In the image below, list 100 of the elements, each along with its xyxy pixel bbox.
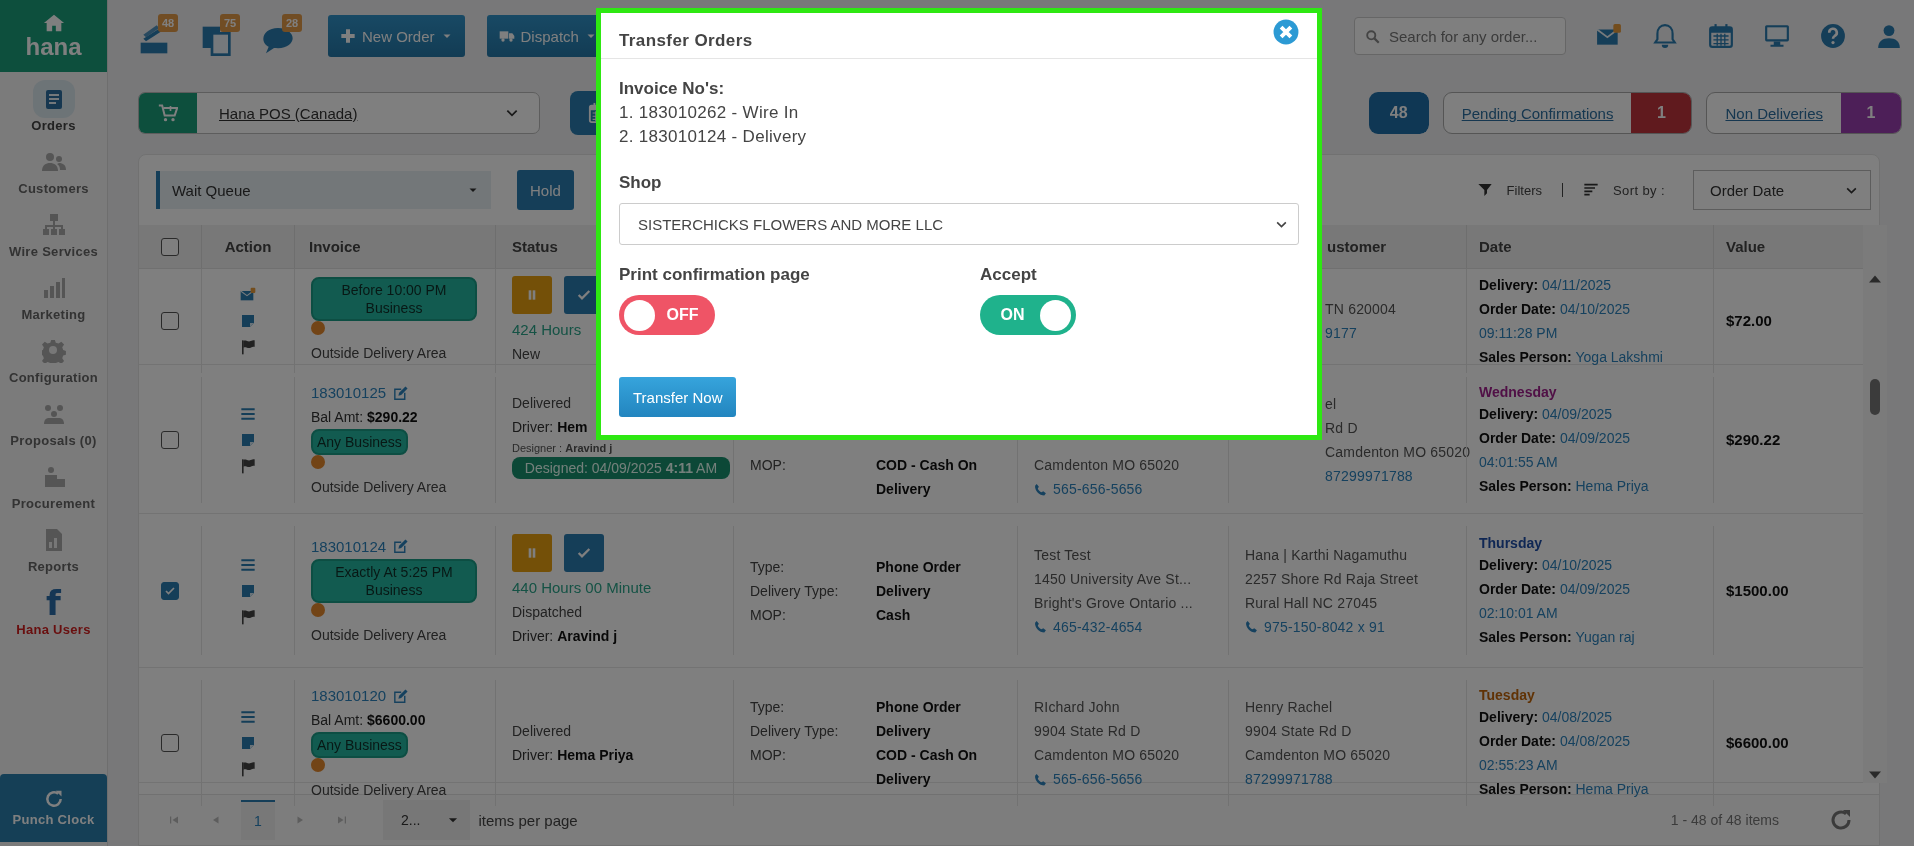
scroll-up-icon[interactable] — [1869, 275, 1881, 283]
address-text: 9904 State Rd D — [1245, 722, 1353, 741]
edit-icon — [392, 538, 410, 555]
area-text: Outside Delivery Area — [311, 478, 447, 497]
row-checkbox[interactable] — [161, 431, 179, 449]
phone-icon — [1034, 772, 1047, 786]
pause-button[interactable] — [512, 276, 552, 314]
status-text: Delivered — [512, 722, 572, 741]
address-text: Rd D — [1325, 419, 1359, 438]
column-header[interactable]: Value — [1726, 238, 1766, 255]
filters-link[interactable]: Filters — [1506, 182, 1542, 198]
group-icon — [41, 402, 66, 426]
nav-item[interactable]: Configuration — [0, 370, 107, 385]
phone-link[interactable]: 87299971788 — [1245, 767, 1466, 791]
field-value: COD - Cash On Delivery — [876, 746, 979, 789]
row-checkbox[interactable] — [161, 312, 179, 330]
nav-item[interactable]: Reports — [19, 559, 88, 574]
nav-item[interactable]: Proposals (0) — [2, 433, 105, 448]
phone-link[interactable]: 565-656-5656 — [1034, 767, 1228, 791]
field-value: Delivery — [876, 581, 932, 601]
refresh-icon — [1829, 808, 1853, 832]
invoice-link[interactable]: 183010124 — [311, 534, 387, 559]
column-header[interactable]: ustomer — [1327, 238, 1387, 255]
scroll-down-icon[interactable] — [1869, 771, 1881, 779]
column-header[interactable]: Invoice — [309, 238, 361, 255]
toggle-switch[interactable]: OFF — [619, 295, 715, 335]
flag-icon — [240, 761, 256, 777]
balance-text: Bal Amt: $6600.00 — [311, 711, 427, 730]
count-badge: 28 — [282, 14, 303, 32]
per-page-label: items per page — [478, 811, 578, 829]
timer-text: 440 Hours 00 Minute — [512, 577, 652, 598]
nav-item[interactable]: Procurement — [3, 496, 104, 511]
column-header[interactable]: Action — [224, 238, 272, 255]
pagination-summary: 1 - 48 of 48 items — [1670, 812, 1779, 828]
status-text: Dispatched — [512, 602, 583, 622]
delivery-date: Delivery: 04/10/2025 — [1479, 555, 1614, 575]
scroll-thumb[interactable] — [1870, 379, 1880, 415]
logo-text: hana — [25, 34, 82, 60]
phone-link[interactable]: 87299971788 — [1325, 464, 1466, 488]
invoice-link[interactable]: 183010125 — [311, 381, 387, 405]
row-checkbox[interactable] — [161, 581, 179, 600]
nav-item[interactable]: Wire Services — [0, 244, 107, 259]
sort-dropdown[interactable]: Order Date — [1693, 170, 1871, 210]
note-icon — [240, 432, 256, 448]
check-button[interactable] — [564, 533, 604, 572]
page-button[interactable]: 1 — [241, 800, 275, 840]
pause-button[interactable] — [512, 533, 552, 572]
order-date: Order Date: 04/08/2025 — [1479, 732, 1631, 751]
summary-link[interactable]: Non Deliveries 1 — [1706, 92, 1902, 134]
nav-item[interactable]: Orders — [23, 118, 84, 133]
mail-icon — [240, 287, 256, 303]
summary-link[interactable]: Pending Confirmations 1 — [1442, 92, 1693, 134]
shop-selector[interactable]: Hana POS (Canada) — [138, 92, 540, 134]
phone-link[interactable]: 565-656-5656 — [1034, 477, 1228, 501]
address-text: Henry Rachel — [1245, 698, 1334, 717]
hold-button[interactable]: Hold — [517, 170, 574, 210]
count-badge: 48 — [158, 14, 179, 32]
column-header[interactable]: Status — [512, 238, 558, 255]
order-value: $6600.00 — [1726, 733, 1790, 753]
toggle-label: Accept — [980, 264, 1038, 286]
calendar-icon — [1708, 23, 1734, 49]
invoice-link[interactable]: 183010120 — [311, 684, 387, 708]
nav-item[interactable]: Marketing — [13, 307, 94, 322]
sort-label: Sort by : — [1613, 182, 1665, 198]
transfer-now-button[interactable]: Transfer Now — [619, 377, 737, 417]
field-value: Phone Order — [876, 698, 962, 717]
phone-link[interactable]: 465-432-4654 — [1034, 614, 1228, 639]
column-header[interactable]: Date — [1479, 238, 1512, 255]
driver-text: Driver: Hema Priya — [512, 746, 634, 765]
address-text: Camdenton MO 65020 — [1245, 746, 1392, 765]
count-badge[interactable]: 48 — [1368, 92, 1429, 134]
status-dot — [311, 455, 325, 469]
flag-icon — [240, 339, 256, 355]
phone-link[interactable]: 975-150-8042 x 91 — [1245, 614, 1466, 639]
delivery-time-badge: Any Business — [311, 732, 408, 758]
area-text: Outside Delivery Area — [311, 625, 447, 645]
address-text: Hana | Karthi Nagamuthu — [1245, 545, 1409, 565]
field-value: Delivery — [876, 722, 932, 741]
close-button[interactable] — [1273, 18, 1299, 45]
punch-clock-button[interactable]: Punch Clock — [0, 774, 107, 842]
invoice-entry: 1. 183010262 - Wire In — [619, 102, 800, 124]
row-checkbox[interactable] — [161, 734, 179, 752]
phone-link[interactable]: 9177 — [1325, 321, 1466, 345]
toolbar-button[interactable]: New Order — [328, 15, 465, 57]
shop-label: Shop — [619, 172, 663, 194]
last-page-icon — [336, 814, 348, 826]
search-field[interactable]: Search for any order... — [1354, 17, 1566, 55]
queue-dropdown[interactable]: Wait Queue — [156, 171, 491, 209]
toggle-switch[interactable]: ON — [980, 295, 1076, 335]
shop-dropdown[interactable]: SISTERCHICKS FLOWERS AND MORE LLC — [619, 203, 1299, 245]
select-all-checkbox[interactable] — [161, 237, 179, 256]
order-value: $72.00 — [1726, 311, 1773, 331]
menu-icon — [240, 709, 256, 725]
nav-item[interactable]: Hana Users — [8, 622, 99, 637]
status-dot — [311, 602, 325, 617]
address-text: Rural Hall NC 27045 — [1245, 593, 1379, 613]
address-text: Camdenton MO 65020 — [1034, 746, 1181, 765]
nav-item[interactable]: Customers — [10, 181, 97, 196]
count-badge: 1 — [1631, 93, 1692, 133]
page-size-dropdown[interactable]: 2... — [383, 800, 471, 840]
